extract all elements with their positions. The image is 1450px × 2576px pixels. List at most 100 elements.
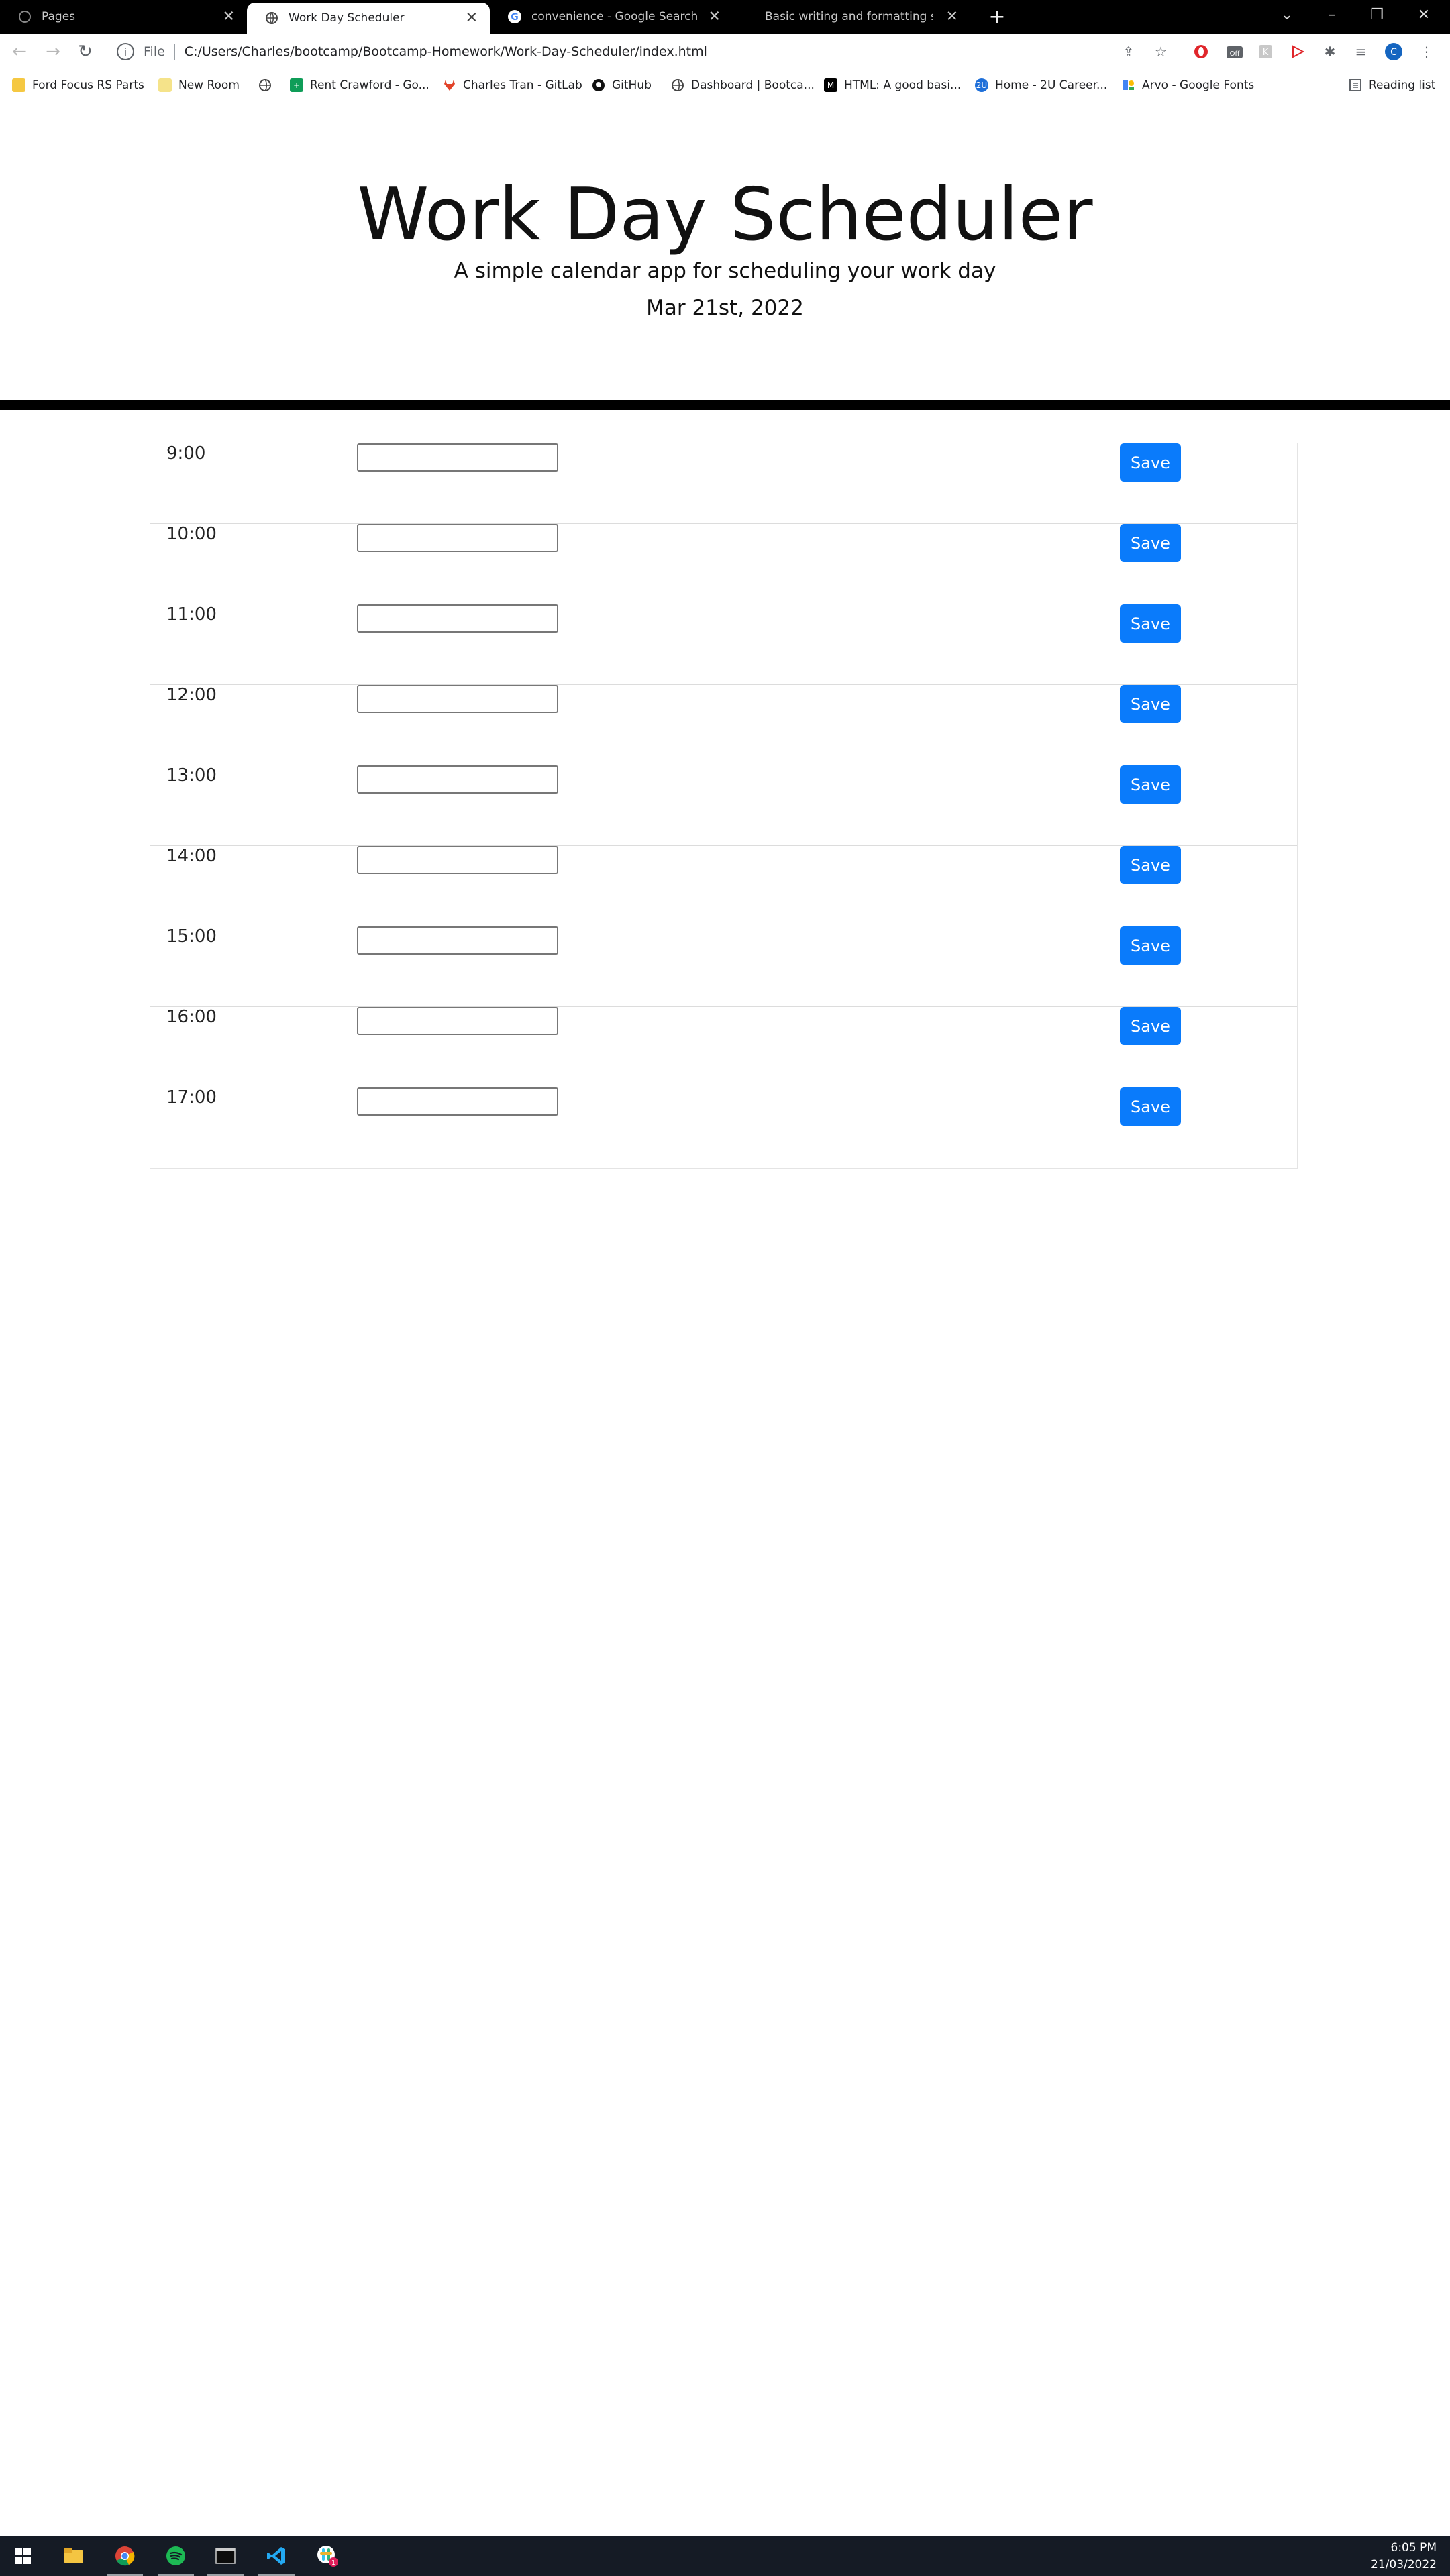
tab-title: Basic writing and formatting syn: [765, 10, 933, 23]
minimize-button[interactable]: –: [1312, 0, 1352, 30]
bookmark-arvo-fonts[interactable]: Arvo - Google Fonts: [1122, 70, 1254, 101]
tab-basic-writing[interactable]: Basic writing and formatting syn ✕: [733, 0, 970, 34]
address-separator: [174, 44, 175, 60]
bookmark-github[interactable]: GitHub: [592, 70, 652, 101]
file-explorer-icon[interactable]: [59, 2541, 89, 2571]
save-button[interactable]: Save: [1120, 1007, 1181, 1045]
event-input[interactable]: [357, 604, 558, 633]
hour-label: 16:00: [166, 1007, 217, 1027]
share-icon[interactable]: ⇪: [1119, 42, 1138, 61]
bookmark-star-icon[interactable]: ☆: [1151, 42, 1170, 61]
bookmark-globe[interactable]: [258, 70, 278, 101]
event-input[interactable]: [357, 443, 558, 472]
system-clock[interactable]: 6:05 PM 21/03/2022: [1371, 2540, 1437, 2573]
vscode-icon[interactable]: [262, 2541, 291, 2571]
save-button[interactable]: Save: [1120, 926, 1181, 965]
event-input[interactable]: [357, 524, 558, 552]
restore-button[interactable]: ❐: [1357, 0, 1397, 30]
bookmark-label: Rent Crawford - Go...: [310, 78, 429, 92]
tab-pages[interactable]: Pages ✕: [0, 0, 247, 34]
event-input[interactable]: [357, 685, 558, 713]
bookmark-label: Dashboard | Bootca...: [691, 78, 815, 92]
menu-kebab-icon[interactable]: ⋮: [1417, 42, 1436, 61]
extension-k-icon[interactable]: K: [1256, 42, 1275, 61]
profile-initial: C: [1390, 47, 1397, 58]
save-button[interactable]: Save: [1120, 765, 1181, 804]
opera-extension-icon[interactable]: [1192, 42, 1210, 61]
hour-label: 15:00: [166, 926, 217, 947]
save-button[interactable]: Save: [1120, 685, 1181, 723]
bookmark-label: GitHub: [612, 78, 652, 92]
close-icon[interactable]: ✕: [223, 9, 235, 25]
close-icon[interactable]: ✕: [709, 9, 721, 25]
window-close-button[interactable]: ✕: [1404, 0, 1444, 30]
clock-date: 21/03/2022: [1371, 2558, 1437, 2571]
tab-search-icon[interactable]: ⌄: [1267, 0, 1307, 30]
slack-icon[interactable]: 1: [313, 2541, 342, 2571]
extensions-puzzle-icon[interactable]: ✱: [1320, 42, 1339, 61]
start-icon[interactable]: [8, 2541, 38, 2571]
scheme-label: File: [144, 44, 165, 59]
save-button[interactable]: Save: [1120, 443, 1181, 482]
spotify-icon[interactable]: [161, 2541, 191, 2571]
github-icon: [17, 9, 32, 24]
bookmark-2u-career[interactable]: 2U Home - 2U Career...: [975, 70, 1107, 101]
time-block-row: 17:00 Save: [150, 1087, 1297, 1168]
tab-google-search[interactable]: G convenience - Google Search ✕: [490, 0, 733, 34]
hour-label: 9:00: [166, 443, 206, 464]
address-bar[interactable]: i File C:/Users/Charles/bootcamp/Bootcam…: [105, 38, 1158, 65]
bookmark-label: Arvo - Google Fonts: [1142, 78, 1255, 92]
close-icon[interactable]: ✕: [466, 10, 478, 27]
time-block-row: 13:00 Save: [150, 765, 1297, 846]
clock-time: 6:05 PM: [1390, 2541, 1437, 2555]
reading-list-button[interactable]: Reading list: [1349, 70, 1435, 101]
forward-icon[interactable]: →: [42, 40, 64, 63]
bookmark-gitlab[interactable]: Charles Tran - GitLab: [443, 70, 582, 101]
bookmark-dashboard[interactable]: Dashboard | Bootca...: [671, 70, 815, 101]
tab-title: Pages: [42, 10, 76, 23]
reload-icon[interactable]: ↻: [74, 40, 97, 63]
hour-label: 12:00: [166, 685, 217, 705]
schedule-container: 9:00 Save 10:00 Save 11:00 Save 12:00 Sa…: [150, 443, 1298, 1169]
media-extension-icon[interactable]: [1288, 42, 1307, 61]
2u-icon: 2U: [975, 78, 988, 92]
close-icon[interactable]: ✕: [946, 9, 958, 25]
event-input[interactable]: [357, 1007, 558, 1035]
tab-title: convenience - Google Search: [531, 10, 698, 23]
bookmark-ford-focus[interactable]: Ford Focus RS Parts: [12, 70, 144, 101]
terminal-icon[interactable]: [211, 2541, 240, 2571]
folder-icon: [12, 78, 25, 92]
bookmark-rent-crawford[interactable]: + Rent Crawford - Go...: [290, 70, 429, 101]
svg-text:K: K: [1263, 48, 1269, 58]
media-queue-icon[interactable]: ≡: [1351, 42, 1370, 61]
tab-title: Work Day Scheduler: [289, 11, 405, 25]
profile-avatar[interactable]: C: [1384, 42, 1403, 61]
globe-icon: [671, 78, 684, 92]
back-icon[interactable]: ←: [8, 40, 31, 63]
time-block-row: 12:00 Save: [150, 685, 1297, 765]
info-icon[interactable]: i: [117, 43, 134, 60]
taskbar: 1 6:05 PM 21/03/2022: [0, 2536, 1450, 2576]
save-button[interactable]: Save: [1120, 846, 1181, 884]
bookmark-label: Charles Tran - GitLab: [463, 78, 582, 92]
save-button[interactable]: Save: [1120, 524, 1181, 562]
new-tab-button[interactable]: +: [984, 0, 1011, 34]
slack-badge-count: 1: [331, 2559, 335, 2567]
save-button[interactable]: Save: [1120, 604, 1181, 643]
time-block-row: 16:00 Save: [150, 1007, 1297, 1087]
chrome-icon[interactable]: [110, 2541, 140, 2571]
globe-icon: [258, 78, 272, 92]
event-input[interactable]: [357, 926, 558, 955]
bookmark-label: HTML: A good basi...: [844, 78, 962, 92]
event-input[interactable]: [357, 765, 558, 794]
google-icon: G: [507, 9, 522, 24]
tab-work-day-scheduler[interactable]: Work Day Scheduler ✕: [247, 3, 490, 34]
bookmark-html-basics[interactable]: M HTML: A good basi...: [824, 70, 961, 101]
event-input[interactable]: [357, 1087, 558, 1116]
bookmark-new-room[interactable]: New Room: [158, 70, 240, 101]
save-button[interactable]: Save: [1120, 1087, 1181, 1126]
extension-off-icon[interactable]: Off: [1225, 42, 1244, 61]
svg-text:Off: Off: [1230, 50, 1241, 58]
hour-label: 13:00: [166, 765, 217, 786]
event-input[interactable]: [357, 846, 558, 874]
